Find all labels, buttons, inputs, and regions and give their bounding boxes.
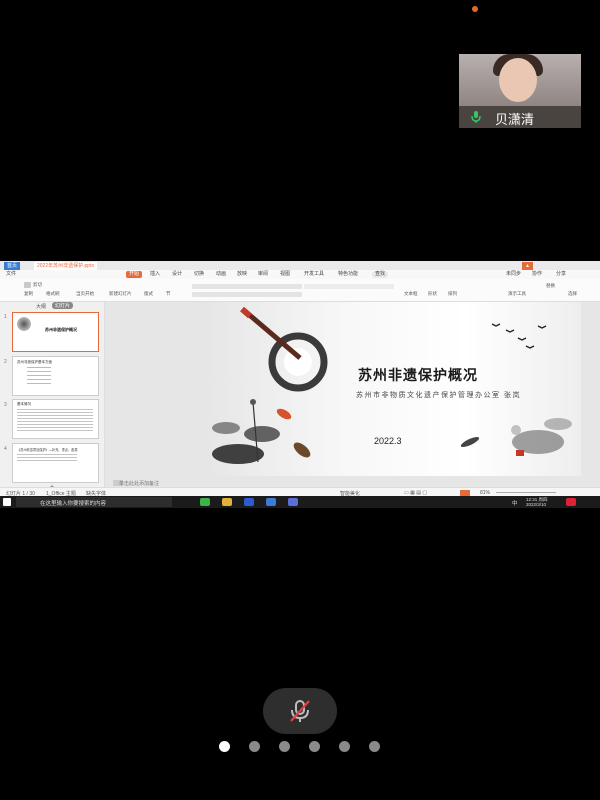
thumb-list (27, 367, 51, 385)
thumbnail-slide-3[interactable]: 基本情况 (12, 399, 99, 439)
alignment-controls[interactable] (304, 284, 394, 289)
thumb-title: 苏州非遗保护基本方面 (17, 360, 52, 364)
mic-off-icon (290, 700, 310, 722)
taskbar-search-placeholder: 在这里输入你要搜索的内容 (40, 501, 107, 507)
menu-home[interactable]: 开始 (126, 271, 143, 278)
thumb-ink-swirl (17, 317, 31, 331)
page-dot-3[interactable] (279, 741, 290, 752)
menu-insert[interactable]: 插入 (150, 271, 160, 278)
page-dot-6[interactable] (369, 741, 380, 752)
page-dot-4[interactable] (309, 741, 320, 752)
slide-subtitle: 苏州市非物质文化遗产保护管理办公室 张岚 (356, 392, 521, 399)
tab-document[interactable]: 2022年苏州非遗保护.pptx (34, 262, 97, 270)
remote-video-tile[interactable]: 贝潇清 (459, 54, 581, 128)
collaborate-button[interactable]: 协作 (532, 271, 542, 278)
menu-developer[interactable]: 开发工具 (304, 271, 324, 278)
menu-view[interactable]: 视图 (280, 271, 290, 278)
mic-icon (471, 111, 481, 123)
thumb-text-block (17, 454, 77, 462)
thumb-number: 1 (4, 314, 7, 320)
app-icon-wps[interactable] (288, 498, 298, 506)
page-dot-2[interactable] (249, 741, 260, 752)
thumb-text-block (17, 409, 93, 433)
unsynced-status[interactable]: 未同步 (506, 271, 521, 278)
participant-name: 贝潇清 (495, 112, 535, 127)
menu-special[interactable]: 特色功能 (338, 271, 358, 278)
textbox-label[interactable]: 文本框 (404, 291, 418, 297)
cut-label[interactable]: 剪切 (33, 282, 42, 288)
outline-tab[interactable]: 大纲 (36, 303, 46, 310)
paragraph-controls[interactable] (192, 292, 302, 297)
recording-indicator (472, 6, 478, 12)
app-icon-edge[interactable] (244, 498, 254, 506)
format-painter-label[interactable]: 格式刷 (46, 291, 60, 297)
copy-label[interactable]: 复制 (24, 291, 33, 297)
cut-icon[interactable] (24, 282, 31, 288)
menu-design[interactable]: 设计 (172, 271, 182, 278)
ink-swirl-center (284, 348, 312, 376)
koi-fish-icon (293, 442, 311, 458)
current-slide[interactable]: 苏州非遗保护概况 苏州市非物质文化遗产保护管理办公室 张岚 2022.3 (198, 302, 581, 476)
page-dot-1[interactable] (219, 741, 230, 752)
app-icon-wechat[interactable] (200, 498, 210, 506)
tab-home[interactable]: 首页 (4, 262, 21, 270)
thumbnail-slide-2[interactable]: 苏州非遗保护基本方面 (12, 356, 99, 396)
input-language[interactable]: 中 (512, 499, 518, 507)
section-label[interactable]: 节 (166, 291, 171, 297)
thumb-title: 基本情况 (17, 402, 31, 406)
koi-fish-icon (276, 408, 292, 420)
menu-slideshow[interactable]: 放映 (237, 271, 247, 278)
share-button[interactable]: 分享 (556, 271, 566, 278)
thumb-title: 《苏州非遗项目保护》—补充、重点、各类 (17, 448, 78, 452)
slide-title: 苏州非遗保护概况 (358, 368, 478, 384)
thumbnail-slide-1[interactable]: 苏州非遗保护概况 (12, 312, 99, 352)
title-bar: 首页 2022年苏州非遗保护.pptx ▲ (0, 261, 600, 270)
app-icon-meeting[interactable] (266, 498, 276, 506)
start-from-current-label[interactable]: 当页开始 (76, 291, 94, 297)
presentation-tools-label[interactable]: 演示工具 (508, 291, 526, 297)
menu-file[interactable]: 文件 (6, 271, 16, 278)
menu-review[interactable]: 审阅 (258, 271, 268, 278)
app-icon-explorer[interactable] (222, 498, 232, 506)
thumb-title: 苏州非遗保护概况 (45, 327, 77, 332)
windows-start-icon[interactable] (3, 498, 11, 506)
notification-icon[interactable] (566, 498, 576, 506)
layout-label[interactable]: 版式 (144, 291, 153, 297)
birds-icon (491, 323, 547, 349)
thumb-number: 2 (4, 359, 7, 365)
menu-animation[interactable]: 动画 (216, 271, 226, 278)
zoom-slider[interactable] (496, 492, 556, 493)
seal-stamp (516, 450, 524, 456)
participant-face (499, 58, 537, 102)
slide-date: 2022.3 (374, 436, 402, 446)
page-dot-5[interactable] (339, 741, 350, 752)
menu-transition[interactable]: 切换 (194, 271, 204, 278)
font-controls[interactable] (192, 284, 302, 289)
shape-label[interactable]: 形状 (428, 291, 437, 297)
thumb-number: 3 (4, 402, 7, 408)
select-label[interactable]: 选择 (568, 291, 577, 297)
ink-painting-decor (212, 306, 572, 464)
search-box[interactable]: 查找 (372, 271, 389, 278)
taskbar-date: 2022/3/10 (526, 502, 547, 507)
sign-in-badge[interactable]: ▲ (522, 262, 533, 270)
slide-thumbnail-pane: 大纲 幻灯片 1 苏州非遗保护概况 2 苏州非遗保护基本方面 3 基本情况 4 … (0, 302, 105, 492)
thumbnail-slide-4[interactable]: 《苏州非遗项目保护》—补充、重点、各类 (12, 443, 99, 483)
notes-placeholder[interactable]: 单击此处添加备注 (119, 480, 159, 487)
replace-label[interactable]: 替换 (546, 283, 555, 289)
new-slide-label[interactable]: 新建幻灯片 (109, 291, 132, 297)
thumb-number: 4 (4, 446, 7, 452)
mute-microphone-button[interactable] (263, 688, 337, 734)
arrange-label[interactable]: 排列 (448, 291, 457, 297)
slides-tab[interactable]: 幻灯片 (52, 302, 74, 309)
